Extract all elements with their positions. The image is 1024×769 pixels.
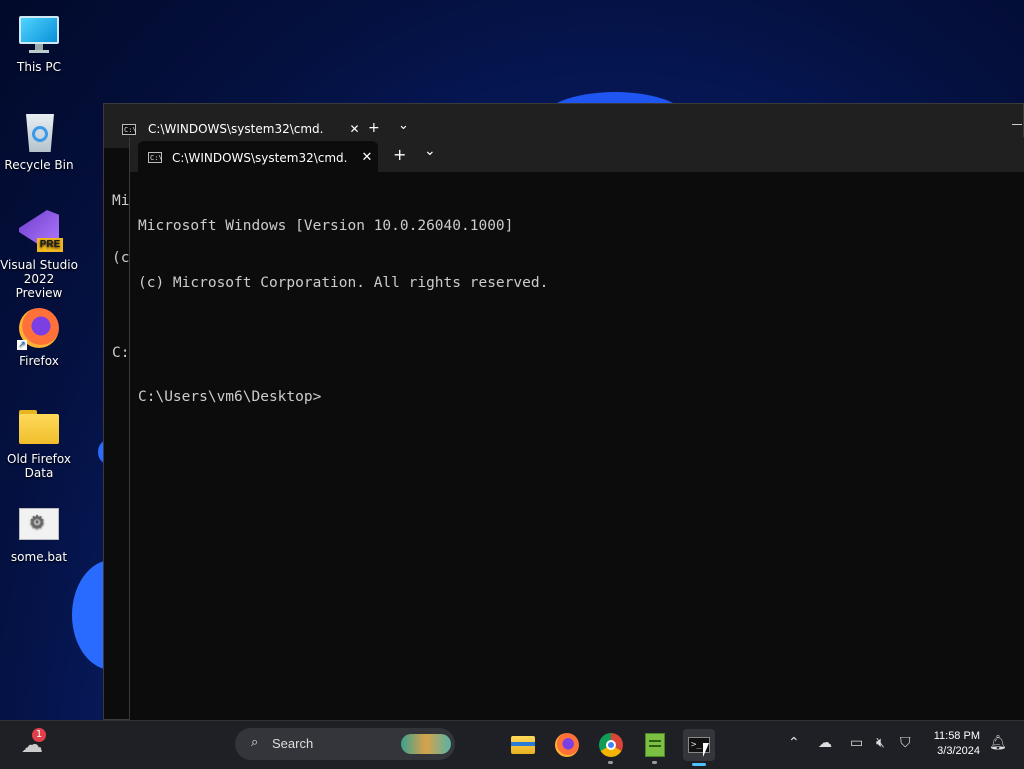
cmd-icon: C:\ [148, 152, 163, 163]
active-tab[interactable]: C:\ C:\WINDOWS\system32\cmd. ✕ [138, 141, 378, 172]
notepad-icon[interactable] [639, 729, 671, 761]
notification-bell-icon[interactable]: 🔔︎ [989, 735, 1007, 751]
tab-dropdown-button[interactable]: ⌄ [424, 143, 436, 159]
terminal-line: (c) Microsoft Corporation. All rights re… [138, 275, 549, 291]
desktop-icon-some-bat[interactable]: ⚙ some.bat [0, 496, 78, 564]
tab-title: C:\WINDOWS\system32\cmd. [172, 150, 348, 165]
tab-cmd-background[interactable]: C:\ C:\WINDOWS\system32\cmd. ✕ [122, 122, 360, 136]
mouse-cursor-icon [703, 743, 709, 757]
desktop-background: This PC Recycle Bin PRE Visual Studio 20… [0, 0, 1024, 720]
security-shield-icon[interactable]: ⛉ [900, 735, 911, 751]
widgets-button[interactable]: ☁ 1 [16, 728, 48, 761]
desktop-icon-this-pc[interactable]: This PC [0, 6, 78, 74]
clock[interactable]: 11:58 PM 3/3/2024 [930, 729, 980, 759]
desktop-icon-firefox[interactable]: ↗ Firefox [0, 300, 78, 368]
notification-badge: 1 [32, 728, 46, 742]
desktop-icon-recycle-bin[interactable]: Recycle Bin [0, 104, 78, 172]
search-label: Search [272, 736, 314, 751]
terminal-icon[interactable]: >_ [683, 729, 715, 766]
desktop-icon-label: Visual Studio 2022 Preview [0, 258, 78, 300]
running-indicator [608, 761, 613, 764]
clock-time: 11:58 PM [933, 730, 980, 742]
batch-file-icon: ⚙ [17, 502, 61, 546]
volume-muted-icon[interactable]: 🔇︎ [876, 735, 885, 751]
file-explorer-icon[interactable] [507, 729, 539, 761]
terminal-output[interactable]: Microsoft Windows [Version 10.0.26040.10… [138, 179, 548, 445]
visual-studio-icon: PRE [17, 208, 63, 254]
running-indicator [652, 761, 657, 764]
clock-date: 3/3/2024 [937, 745, 980, 757]
onedrive-cloud-icon[interactable]: ☁ [818, 735, 832, 751]
recycle-bin-icon [17, 110, 61, 154]
search-icon: ⌕ [251, 735, 259, 750]
terminal-window[interactable]: C:\ C:\WINDOWS\system32\cmd. ✕ + ⌄ Micro… [129, 137, 1024, 720]
network-icon[interactable]: ▭ [850, 735, 863, 751]
desktop-icon-label: Recycle Bin [4, 158, 74, 172]
desktop-icon-label: some.bat [10, 550, 68, 564]
desktop-icon-visual-studio[interactable]: PRE Visual Studio 2022 Preview [0, 202, 78, 300]
cmd-icon: C:\ [122, 123, 137, 135]
new-tab-button[interactable]: + [368, 120, 380, 136]
taskbar: ☁ 1 ⌕ Search >_ ⌃ ☁ ▭ 🔇︎ ⛉ 11:58 PM 3/3/… [0, 720, 1024, 769]
folder-icon [17, 404, 61, 448]
tab-dropdown-button[interactable]: ⌄ [398, 118, 409, 133]
close-tab-icon[interactable]: ✕ [361, 150, 372, 165]
chrome-icon[interactable] [595, 729, 627, 761]
preview-badge: PRE [37, 238, 63, 252]
show-hidden-icons-chevron-icon[interactable]: ⌃ [788, 735, 800, 751]
monitor-icon [17, 12, 61, 56]
desktop-icon-old-firefox-data[interactable]: Old Firefox Data [0, 398, 78, 480]
tab-title: C:\WINDOWS\system32\cmd. [148, 122, 324, 136]
desktop-icon-label: This PC [17, 60, 61, 74]
search-box[interactable]: ⌕ Search [235, 728, 455, 760]
terminal-prompt: C:\Users\vm6\Desktop> [138, 389, 322, 405]
close-tab-icon[interactable]: ✕ [349, 122, 359, 136]
new-tab-button[interactable]: + [393, 145, 406, 164]
minimize-button[interactable] [1012, 124, 1022, 125]
desktop-icon-label: Firefox [19, 354, 59, 368]
firefox-icon[interactable] [551, 729, 583, 761]
tab-bar: C:\ C:\WINDOWS\system32\cmd. ✕ + ⌄ [130, 137, 1024, 172]
firefox-icon: ↗ [17, 306, 61, 350]
search-highlight-icon [401, 734, 451, 754]
terminal-line: Microsoft Windows [Version 10.0.26040.10… [138, 218, 514, 234]
desktop-icon-label: Old Firefox Data [7, 452, 71, 480]
